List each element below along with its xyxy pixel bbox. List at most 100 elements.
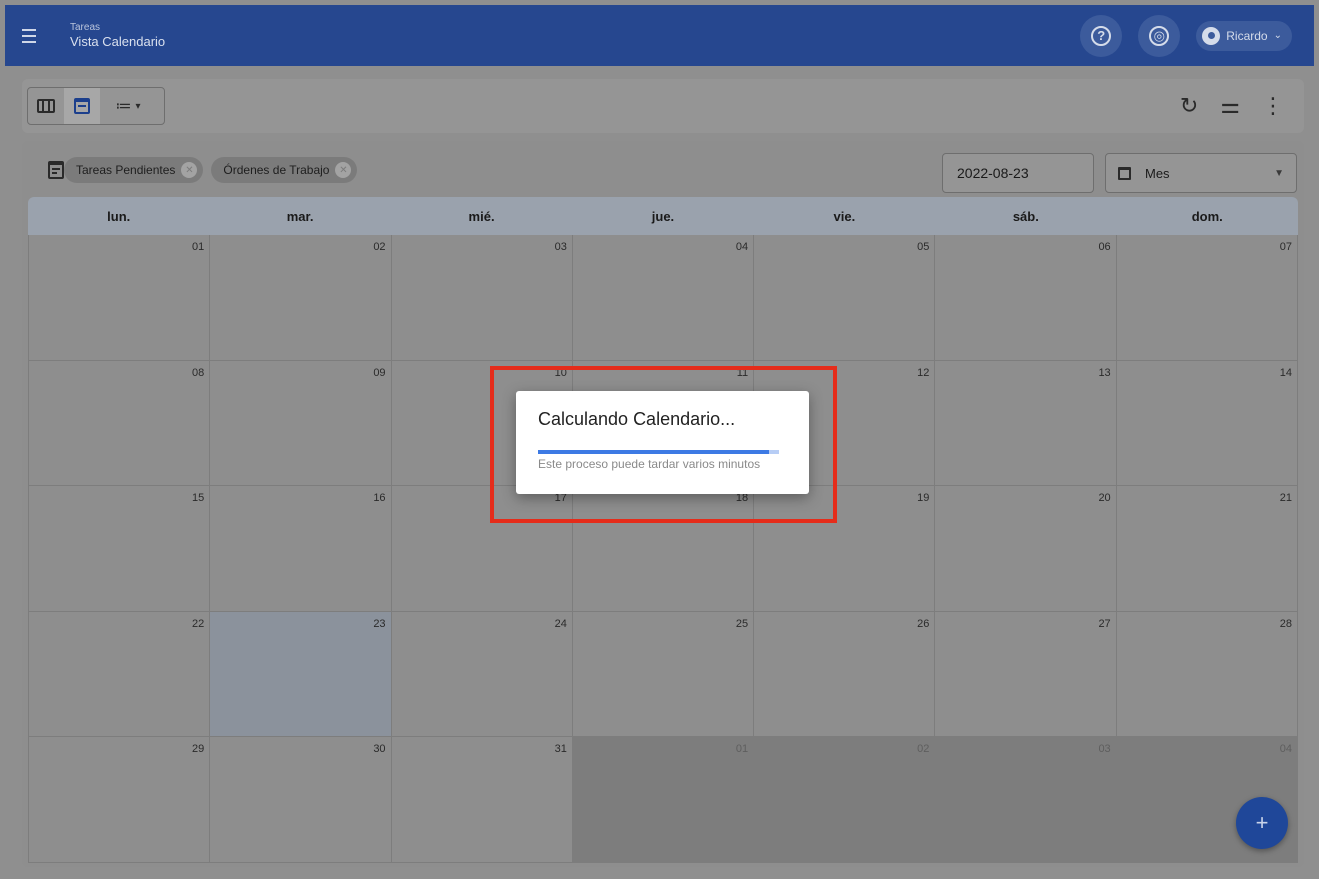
date-field[interactable]: 2022-08-23	[942, 153, 1094, 193]
day-number: 14	[1279, 366, 1292, 379]
day-cell[interactable]: 16	[210, 486, 392, 612]
day-number: 04	[1279, 743, 1292, 756]
day-number: 30	[373, 743, 386, 756]
day-number: 19	[917, 492, 930, 505]
day-cell[interactable]: 24	[391, 611, 573, 738]
day-cell[interactable]: 09	[210, 360, 392, 487]
section-label: Tareas	[70, 21, 101, 33]
event-list-icon[interactable]	[48, 161, 64, 179]
app-bar: Tareas Vista Calendario ? ◎ Ricardo ⌄	[5, 5, 1314, 66]
day-cell[interactable]: 08	[28, 360, 211, 487]
goals-button[interactable]: ◎	[1138, 14, 1181, 57]
day-number: 21	[1279, 492, 1292, 505]
calendar-icon	[1118, 166, 1131, 180]
day-number: 28	[1279, 617, 1292, 630]
day-cell-other-month[interactable]: 02	[754, 737, 936, 863]
day-cell[interactable]: 07	[1116, 235, 1298, 361]
day-cell[interactable]: 26	[754, 611, 936, 738]
help-button[interactable]: ?	[1080, 14, 1123, 57]
progress-bar	[538, 450, 779, 454]
day-number: 04	[735, 241, 749, 253]
weekday-label: lun.	[107, 208, 131, 224]
chip-label: Tareas Pendientes	[76, 163, 176, 177]
day-cell[interactable]: 13	[935, 360, 1117, 487]
list-view-button[interactable]: ≔ ▾	[100, 88, 156, 124]
day-cell-selected[interactable]: 23	[210, 611, 392, 738]
day-number: 25	[735, 617, 749, 630]
day-cell[interactable]: 22	[28, 611, 211, 738]
page-title-block: Tareas Vista Calendario	[70, 22, 165, 50]
day-cell[interactable]: 27	[935, 611, 1117, 738]
target-icon: ◎	[1149, 25, 1170, 46]
day-number: 07	[1279, 241, 1292, 253]
day-number: 26	[917, 617, 930, 630]
day-number: 02	[373, 241, 386, 253]
day-cell[interactable]: 14	[1116, 360, 1298, 487]
dialog-message: Este proceso puede tardar varios minutos	[538, 457, 761, 471]
day-number: 24	[554, 617, 567, 630]
loading-dialog: Calculando Calendario... Este proceso pu…	[516, 391, 809, 494]
view-mode-select[interactable]: Mes ▼	[1105, 153, 1297, 193]
day-cell[interactable]: 01	[28, 235, 211, 361]
day-cell[interactable]: 05	[754, 235, 936, 361]
day-number: 08	[192, 366, 205, 379]
day-number: 02	[917, 743, 930, 756]
day-cell[interactable]: 28	[1116, 611, 1298, 738]
weekday-label: sáb.	[1012, 208, 1039, 224]
day-cell[interactable]: 04	[572, 235, 755, 361]
day-number: 03	[554, 241, 567, 253]
day-number: 22	[192, 617, 205, 630]
view-switcher: ≔ ▾	[27, 87, 165, 125]
day-number: 27	[1098, 617, 1111, 630]
board-view-button[interactable]	[28, 88, 64, 124]
page-title: Vista Calendario	[70, 33, 166, 49]
calendar-view-button[interactable]	[64, 88, 100, 124]
weekday-header: lun. mar. mié. jue. vie. sáb. dom.	[28, 197, 1298, 235]
day-cell[interactable]: 03	[391, 235, 573, 361]
day-number: 20	[1098, 492, 1111, 505]
day-number: 01	[192, 241, 205, 253]
day-number: 16	[373, 492, 386, 505]
user-menu-button[interactable]: Ricardo ⌄	[1196, 20, 1292, 51]
chevron-down-icon: ▼	[1274, 167, 1284, 179]
day-number: 23	[373, 617, 386, 630]
list-icon: ≔	[115, 98, 132, 115]
weekday-label: vie.	[833, 208, 856, 224]
day-cell[interactable]: 02	[210, 235, 392, 361]
avatar	[1202, 26, 1221, 45]
user-name: Ricardo	[1226, 28, 1268, 43]
weekday-label: jue.	[651, 208, 675, 224]
day-cell[interactable]: 31	[391, 737, 573, 863]
day-number: 01	[735, 743, 749, 756]
day-cell[interactable]: 29	[28, 737, 211, 863]
filter-chip[interactable]: Órdenes de Trabajo ✕	[211, 157, 358, 183]
day-cell-other-month[interactable]: 03	[935, 737, 1117, 863]
day-number: 29	[192, 743, 205, 756]
day-cell[interactable]: 15	[28, 486, 211, 612]
menu-icon[interactable]	[22, 16, 62, 56]
columns-icon	[37, 99, 55, 113]
day-number: 31	[554, 743, 567, 756]
day-number: 03	[1098, 743, 1111, 756]
calendar-icon	[74, 98, 90, 114]
progress-fill	[538, 450, 770, 454]
day-cell[interactable]: 21	[1116, 486, 1298, 612]
day-number: 09	[373, 366, 386, 379]
filter-icon[interactable]: ⚌	[1220, 95, 1240, 117]
chip-label: Órdenes de Trabajo	[223, 163, 330, 177]
day-number: 06	[1098, 241, 1111, 253]
close-icon[interactable]: ✕	[181, 162, 198, 178]
day-cell[interactable]: 06	[935, 235, 1117, 361]
add-button[interactable]: +	[1236, 797, 1288, 849]
more-options-icon[interactable]: ⋮	[1262, 95, 1284, 117]
close-icon[interactable]: ✕	[335, 162, 352, 178]
week-row: 22 23 24 25 26 27 28	[28, 611, 1298, 738]
day-cell[interactable]: 25	[572, 611, 755, 738]
refresh-icon[interactable]: ↻	[1180, 95, 1198, 117]
weekday-label: dom.	[1191, 208, 1223, 224]
day-cell-other-month[interactable]: 01	[572, 737, 755, 863]
filter-chip[interactable]: Tareas Pendientes ✕	[64, 157, 204, 183]
week-row: 29 30 31 01 02 03 04	[28, 737, 1298, 863]
day-cell[interactable]: 30	[210, 737, 392, 863]
day-cell[interactable]: 20	[935, 486, 1117, 612]
